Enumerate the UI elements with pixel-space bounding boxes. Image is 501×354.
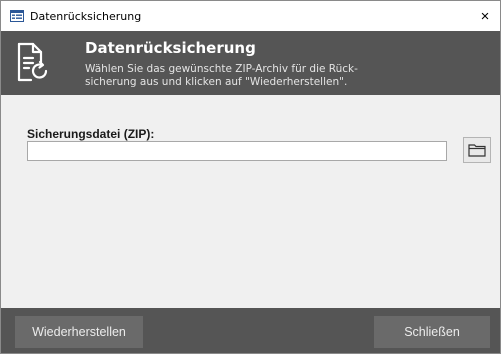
header-title: Datenrücksicherung <box>85 39 256 57</box>
close-window-button[interactable]: × <box>470 1 500 31</box>
close-button[interactable]: Schließen <box>374 316 490 348</box>
restore-button[interactable]: Wiederherstellen <box>15 316 143 348</box>
backup-file-label: Sicherungsdatei (ZIP): <box>27 127 155 141</box>
restore-dialog: Datenrücksicherung × Datenrücksicherung … <box>0 0 501 354</box>
backup-file-input[interactable] <box>27 141 447 161</box>
folder-icon <box>468 144 486 157</box>
header-description: Wählen Sie das gewünschte ZIP-Archiv für… <box>85 63 358 88</box>
footer-bar: Wiederherstellen Schließen <box>1 308 500 353</box>
form-icon <box>10 10 24 22</box>
browse-button[interactable] <box>463 137 491 163</box>
title-bar: Datenrücksicherung × <box>1 1 500 31</box>
window-title: Datenrücksicherung <box>30 9 142 23</box>
document-restore-icon <box>17 42 48 82</box>
header-banner: Datenrücksicherung Wählen Sie das gewüns… <box>1 31 500 95</box>
